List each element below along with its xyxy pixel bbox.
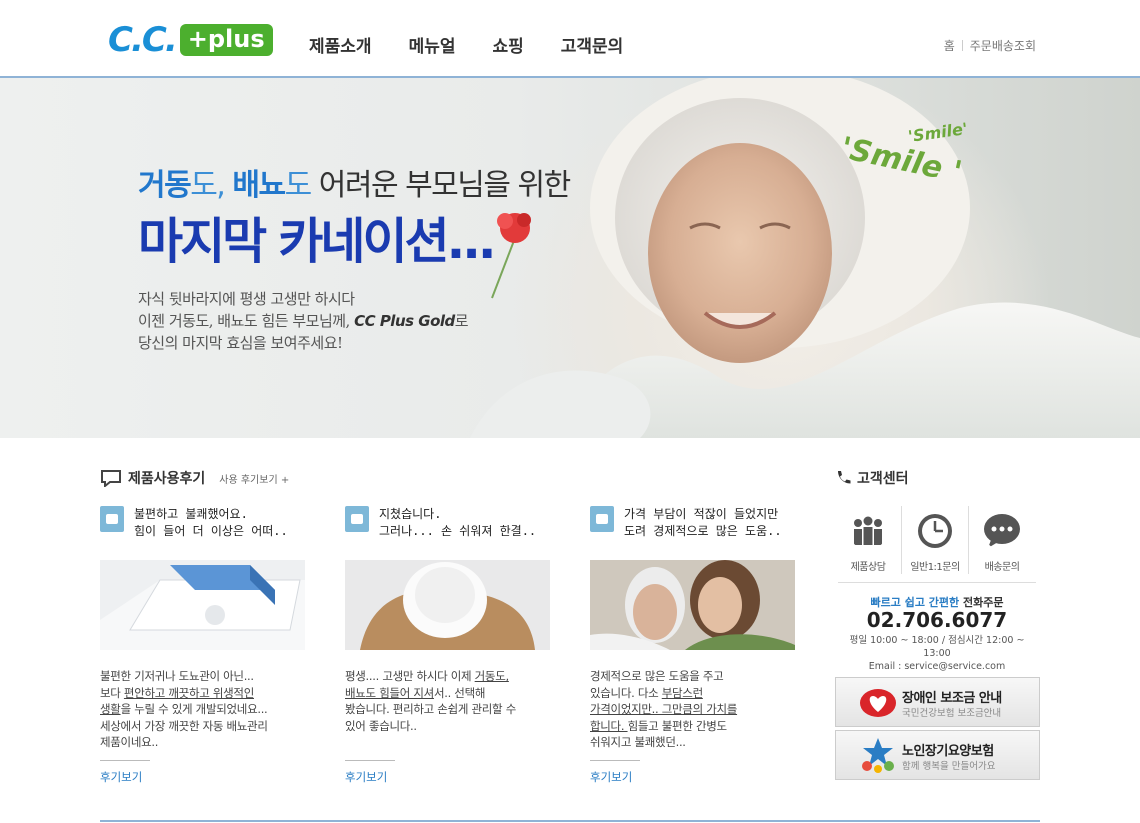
review-text: 경제적으로 많은 도움을 주고 있습니다. 다소 부담스런 가격이었지만.. 그… (590, 669, 738, 749)
product-image[interactable] (345, 560, 550, 650)
reviews-title: 제품사용후기 사용 후기보기 + (100, 468, 289, 488)
review-text: 평생.... 고생만 하시다 이제 거동도, 배뇨도 힘들어 지셔서.. 선택해… (345, 669, 516, 733)
divider (345, 760, 395, 761)
order-tracking-link[interactable]: 주문배송조회 (970, 37, 1036, 54)
divider (100, 760, 150, 761)
nav-manual[interactable]: 메뉴얼 (409, 32, 456, 57)
divider (590, 760, 640, 761)
nav-shopping[interactable]: 쇼핑 (492, 32, 523, 57)
logo[interactable]: C.C. +plus (108, 22, 273, 58)
review-icon (100, 506, 124, 532)
star-people-icon (862, 738, 894, 773)
heart-icon (860, 689, 896, 717)
product-image[interactable] (100, 560, 305, 650)
review-view-link[interactable]: 후기보기 (100, 769, 305, 785)
cs-phone-number: 02.706.6077 (866, 608, 1008, 632)
nav-products[interactable]: 제품소개 (309, 32, 372, 57)
review-icon (590, 506, 614, 532)
main-nav: 제품소개 메뉴얼 쇼핑 고객문의 (309, 32, 623, 57)
speech-bubble-icon (101, 470, 121, 487)
product-consult-button[interactable]: 제품상담 (835, 506, 902, 574)
nav-contact[interactable]: 고객문의 (561, 32, 624, 57)
disability-subsidy-banner[interactable]: 장애인 보조금 안내 국민건강보험 보조금안내 (835, 677, 1040, 727)
clock-icon (918, 514, 952, 548)
logo-cc: C.C. (108, 20, 178, 60)
long-term-care-banner[interactable]: 노인장기요양보험 함께 행복을 만들어가요 (835, 730, 1040, 780)
people-icon (854, 516, 882, 545)
review-question[interactable]: 지쳤습니다. 그러나... 손 쉬워져 한결.. (379, 506, 536, 550)
cs-hours: 평일 10:00 ~ 18:00 / 점심시간 12:00 ~ 13:00 Em… (849, 635, 1025, 672)
cs-title: 고객센터 (835, 468, 909, 488)
hero-subheadline: 거동도, 배뇨도 어려운 부모님을 위한 (138, 168, 571, 203)
hero-body: 자식 뒷바라지에 평생 고생만 하시다 이젠 거동도, 배뇨도 힘든 부모님께,… (138, 290, 469, 352)
review-question[interactable]: 불편하고 불쾌했어요. 힘이 들어 더 이상은 어떠.. (134, 506, 288, 550)
logo-plus: +plus (179, 24, 273, 56)
main-visual: 거동도, 배뇨도 어려운 부모님을 위한 마지막 카네이션... 자식 뒷바라지… (0, 78, 1140, 438)
divider (838, 582, 1036, 583)
review-card: 불편하고 불쾌했어요. 힘이 들어 더 이상은 어떠.. 불편한 기저귀나 도뇨… (100, 506, 305, 785)
review-card: 지쳤습니다. 그러나... 손 쉬워져 한결.. 평생.... 고생만 하시다 … (345, 506, 550, 785)
review-icon (345, 506, 369, 532)
review-card: 가격 부담이 적잖이 들었지만 도려 경제적으로 많은 도움.. 경제적으로 많… (590, 506, 795, 785)
review-question[interactable]: 가격 부담이 적잖이 들었지만 도려 경제적으로 많은 도움.. (624, 506, 782, 550)
review-view-link[interactable]: 후기보기 (590, 769, 795, 785)
chat-bubble-icon (984, 514, 1020, 548)
util-links: 홈 주문배송조회 (944, 37, 1036, 54)
hero-headline: 마지막 카네이션... (138, 213, 496, 270)
cs-icons: 제품상담 일반1:1문의 배송문의 (835, 506, 1035, 574)
delivery-inquiry-button[interactable]: 배송문의 (969, 506, 1035, 574)
reviews-more-link[interactable]: 사용 후기보기 + (219, 471, 289, 486)
header: C.C. +plus 제품소개 메뉴얼 쇼핑 고객문의 홈 주문배송조회 (0, 0, 1140, 78)
divider (961, 40, 963, 51)
home-link[interactable]: 홈 (944, 37, 955, 54)
footer-divider (100, 820, 1040, 822)
review-text: 불편한 기저귀나 도뇨관이 아닌... 보다 편안하고 깨끗하고 위생적인 생활… (100, 669, 268, 749)
product-image[interactable] (590, 560, 795, 650)
review-view-link[interactable]: 후기보기 (345, 769, 550, 785)
general-inquiry-button[interactable]: 일반1:1문의 (902, 506, 969, 574)
phone-icon (838, 471, 851, 484)
